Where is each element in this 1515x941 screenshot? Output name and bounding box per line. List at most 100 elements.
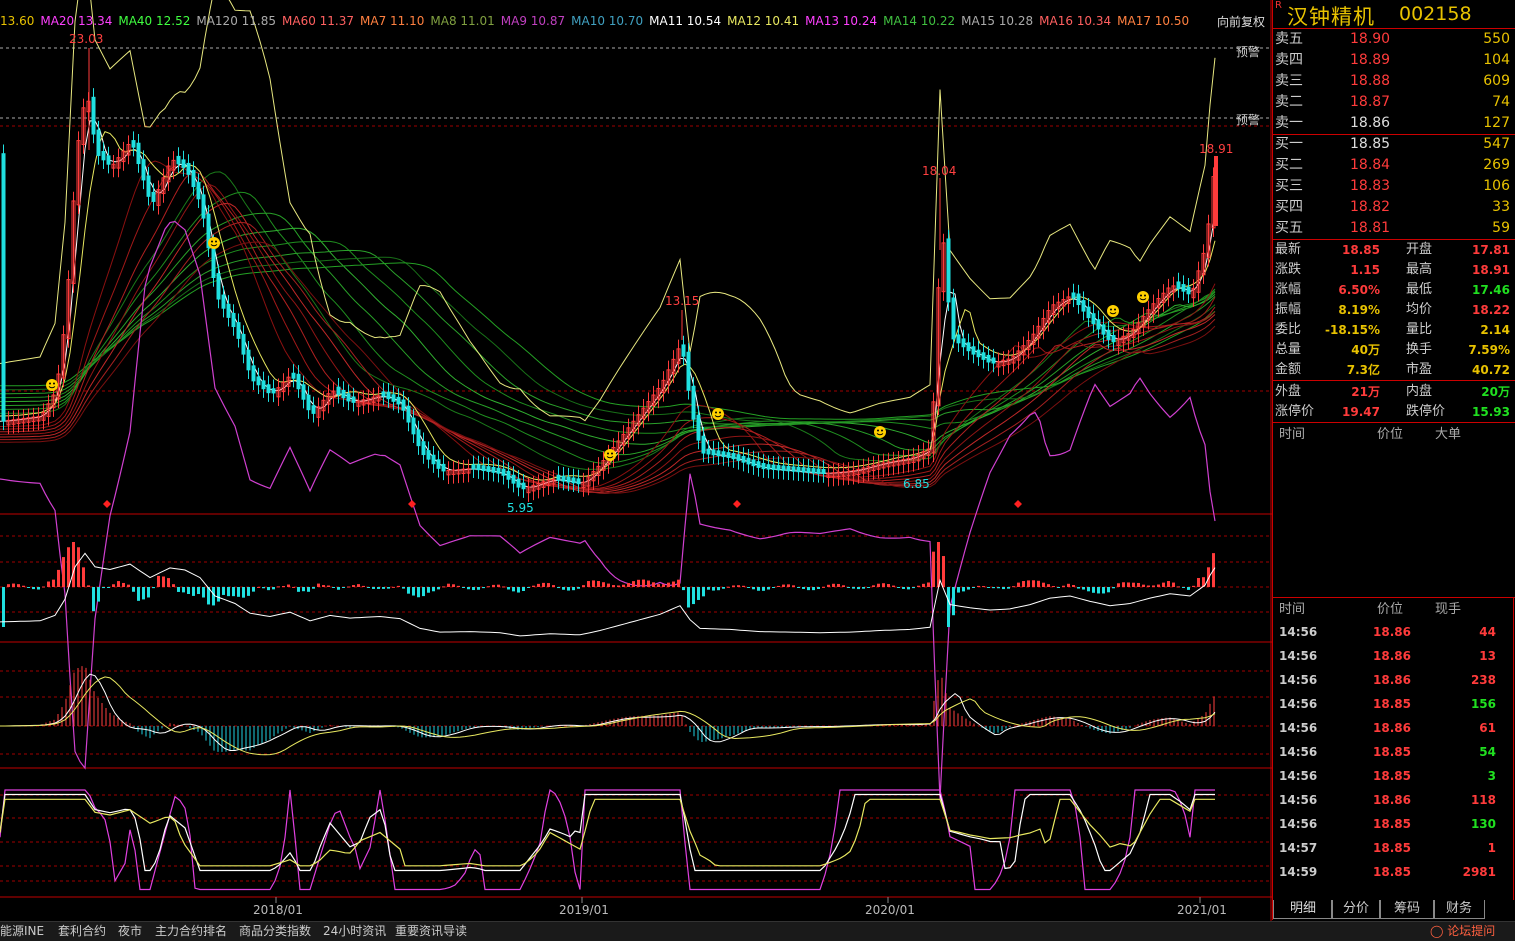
volume-bar [647,580,650,587]
candle-body [186,162,191,175]
bid-label: 买五 [1275,220,1303,236]
ask-row: 卖五 18.90 550 [1273,29,1515,50]
candle-body [746,457,751,465]
volume-bar [452,584,455,587]
kline-chart[interactable] [0,0,1272,921]
smiley-icon [604,449,616,461]
stat-value: 8.19% [1338,303,1380,317]
smiley-icon [877,429,879,432]
bid-label: 买四 [1275,199,1303,215]
kdj-line [0,798,1215,867]
bottom-link[interactable]: 重要资讯导读 [395,922,467,941]
volume-bar [457,585,460,587]
candle-body [796,466,801,473]
candle-body [561,475,566,482]
candle-body [1181,284,1186,292]
volume-bar [387,587,390,589]
volume-bar [382,587,385,589]
volume-bar [812,587,815,591]
bid-label: 买二 [1275,157,1303,173]
bottom-link[interactable]: 夜市 [118,922,142,941]
candle-body [1111,334,1116,343]
volume-bar [347,586,350,588]
bid-volume: 59 [1492,220,1510,236]
volume-bar [902,587,905,589]
tick-volume: 2981 [1462,865,1496,879]
bottom-link[interactable]: 能源INE [0,922,44,941]
volume-bar [877,583,880,587]
volume-bar [22,585,25,587]
volume-bar [662,584,665,587]
ma-line [0,249,1216,425]
stat-label: 金额 [1275,362,1302,377]
tick-row: 14:59 18.85 2981 [1273,860,1515,884]
volume-bar [627,583,630,587]
tab-detail[interactable]: 明细 [1273,900,1333,919]
ask-label: 卖二 [1275,94,1303,110]
volume-bar [742,585,745,587]
tick-time: 14:56 [1279,697,1318,711]
candle-body [311,405,316,414]
smiley-icon [1114,308,1116,311]
volume-bar [1047,584,1050,587]
volume-bar [887,583,890,587]
volume-bar [122,582,125,587]
volume-bar [32,587,35,590]
volume-bar [807,587,810,591]
stock-name: 汉钟精机 [1287,5,1375,29]
ma-legend-item: MA10 10.70 [571,14,644,28]
candle-body [221,294,226,309]
tab-finance[interactable]: 财务 [1433,900,1485,919]
stat-label: 涨幅 [1275,282,1302,297]
candle-body [146,175,151,197]
volume-bar [202,587,205,598]
volume-bar [732,585,735,587]
x-axis-label: 2018/01 [253,903,303,917]
volume-bar [952,587,955,616]
smiley-icon [1144,294,1146,297]
stat-row: 涨跌 1.15 最高 18.91 [1273,260,1515,280]
stat-row: 最新 18.85 开盘 17.81 [1273,240,1515,260]
stat-label: 量比 [1406,322,1433,337]
volume-bar [927,582,930,587]
tick-volume: 156 [1470,697,1496,711]
volume-bar [397,585,400,587]
bid-row: 买二 18.84 269 [1273,155,1515,176]
volume-bar [847,587,850,588]
volume-bar [747,587,750,588]
stat-value: 20万 [1481,385,1510,399]
smiley-icon [712,408,724,420]
tab-price[interactable]: 分价 [1331,900,1381,919]
tab-chips[interactable]: 筹码 [1379,900,1435,919]
stat-label: 内盘 [1406,384,1433,399]
candle-body [141,159,146,181]
bottom-link[interactable]: 24小时资讯 [323,922,386,941]
volume-bar [237,587,240,597]
bottom-link[interactable]: 套利合约 [58,922,106,941]
volume-bar [912,587,915,589]
forum-link[interactable]: ◯ 论坛提问 [1430,922,1495,941]
candle-body [431,454,436,465]
volume-bar [497,584,500,587]
bottom-link[interactable]: 主力合约排名 [155,922,227,941]
volume-bar [222,587,225,595]
bottom-link[interactable]: 商品分类指数 [239,922,311,941]
bid-volume: 547 [1483,136,1510,152]
tick-price: 18.85 [1373,745,1411,759]
adjust-button[interactable]: 向前复权 [1212,14,1270,30]
volume-bar [1192,585,1195,587]
volume-bar [377,587,380,589]
volume-bar [1122,582,1125,587]
volume-bar [1182,587,1185,588]
volume-bar [997,587,1000,589]
volume-bar [1117,583,1120,587]
stat-label: 跌停价 [1406,404,1446,419]
smiley-icon [611,452,613,455]
volume-bar [827,584,830,587]
volume-bar [427,587,430,593]
tick-row: 14:56 18.85 130 [1273,812,1515,836]
volume-bar [162,576,165,587]
volume-bar [932,551,935,587]
volume-bar [1112,587,1115,589]
ma-legend-item: MA20 13.34 [40,14,113,28]
